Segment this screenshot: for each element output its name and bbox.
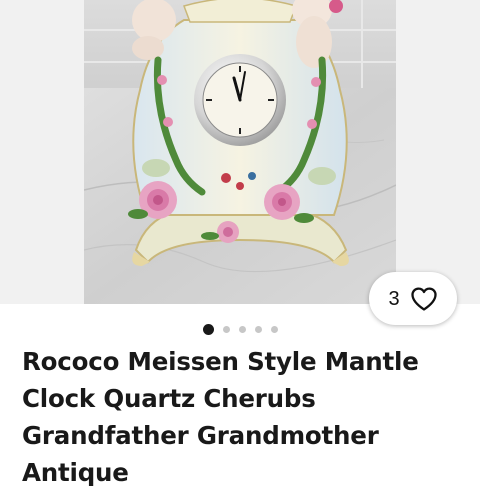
heart-outline-icon [410,286,437,311]
pagination-dot[interactable] [254,325,262,333]
pagination-dot[interactable] [270,325,278,333]
gallery-pagination [0,323,480,335]
listing-title: Rococo Meissen Style Mantle Clock Quartz… [22,347,419,487]
pagination-dot[interactable] [222,325,230,333]
pagination-dot[interactable] [238,325,246,333]
listing-photo[interactable] [84,0,396,304]
image-gallery[interactable]: 3 [0,0,480,325]
pagination-dot-active[interactable] [202,323,214,335]
watch-button[interactable]: 3 [369,272,457,325]
watchers-count: 3 [388,287,400,310]
